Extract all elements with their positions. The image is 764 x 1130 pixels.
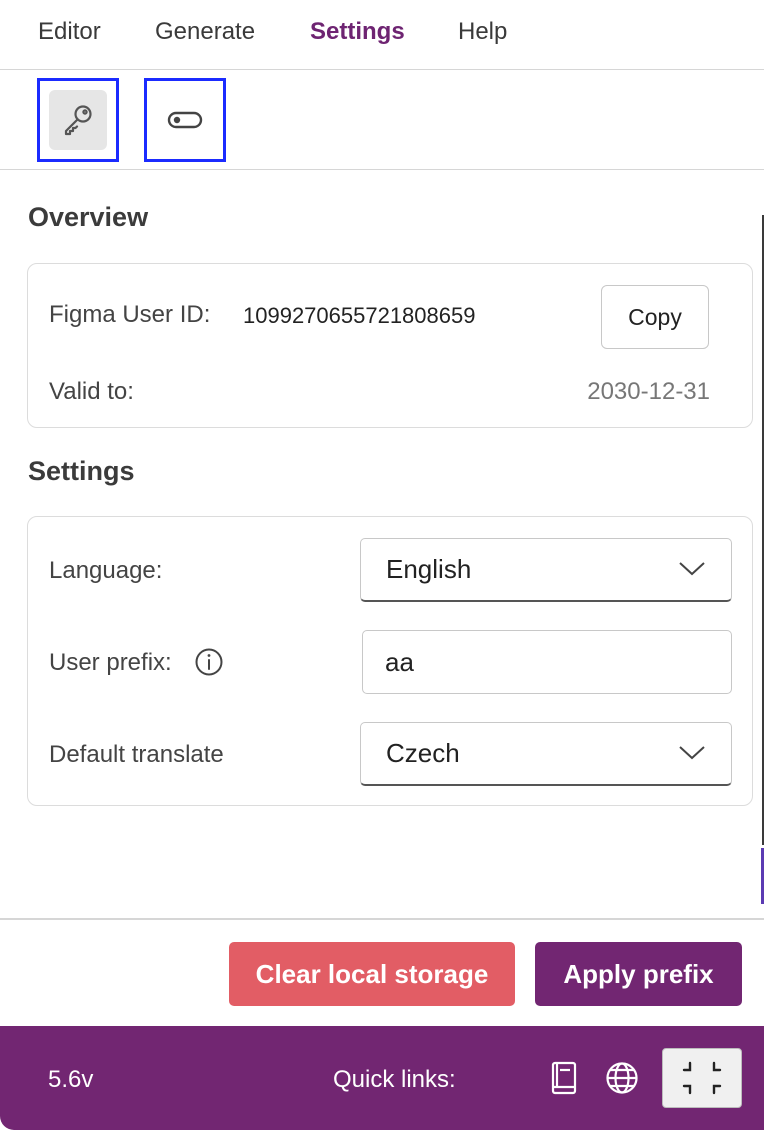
chevron-down-icon	[679, 562, 705, 576]
chevron-down-icon	[679, 746, 705, 760]
settings-toolbar	[0, 70, 764, 170]
apply-prefix-button[interactable]: Apply prefix	[535, 942, 742, 1006]
user-prefix-label: User prefix:	[49, 649, 172, 676]
info-icon[interactable]	[194, 647, 224, 677]
copy-button[interactable]: Copy	[601, 285, 709, 349]
user-prefix-value: aa	[385, 646, 414, 677]
valid-to-label: Valid to:	[49, 378, 134, 405]
language-select[interactable]: English	[360, 538, 732, 602]
bottom-bar: 5.6v Quick links:	[0, 1026, 764, 1130]
website-link[interactable]	[604, 1060, 640, 1096]
docs-link[interactable]	[546, 1060, 582, 1096]
license-key-button[interactable]	[37, 78, 119, 162]
top-tabs: Editor Generate Settings Help	[0, 0, 764, 70]
settings-heading: Settings	[28, 456, 135, 486]
tab-editor[interactable]: Editor	[38, 18, 101, 46]
user-id-label: Figma User ID:	[49, 301, 211, 328]
valid-to-value: 2030-12-31	[587, 378, 710, 405]
default-translate-label: Default translate	[49, 741, 224, 768]
default-translate-select[interactable]: Czech	[360, 722, 732, 786]
globe-icon	[606, 1062, 638, 1094]
language-value: English	[386, 554, 472, 584]
overview-card: Figma User ID: 1099270655721808659 Copy …	[27, 263, 753, 428]
overview-heading: Overview	[28, 202, 149, 232]
divider	[0, 918, 764, 920]
default-translate-value: Czech	[386, 738, 460, 768]
tab-generate[interactable]: Generate	[155, 18, 255, 46]
settings-card: Language: English User prefix: aa Defaul…	[27, 516, 753, 806]
tab-help[interactable]: Help	[458, 18, 507, 46]
clear-local-storage-button[interactable]: Clear local storage	[229, 942, 515, 1006]
tab-settings[interactable]: Settings	[310, 18, 405, 46]
version-label: 5.6v	[48, 1066, 94, 1093]
user-id-value: 1099270655721808659	[243, 303, 476, 328]
language-label: Language:	[49, 557, 163, 584]
book-icon	[551, 1061, 577, 1095]
toggle-icon	[167, 111, 203, 129]
toggles-button[interactable]	[144, 78, 226, 162]
collapse-icon	[682, 1061, 722, 1095]
collapse-button[interactable]	[662, 1048, 742, 1108]
user-prefix-input[interactable]: aa	[362, 630, 732, 694]
quick-links-label: Quick links:	[333, 1066, 456, 1093]
key-icon	[64, 105, 92, 136]
